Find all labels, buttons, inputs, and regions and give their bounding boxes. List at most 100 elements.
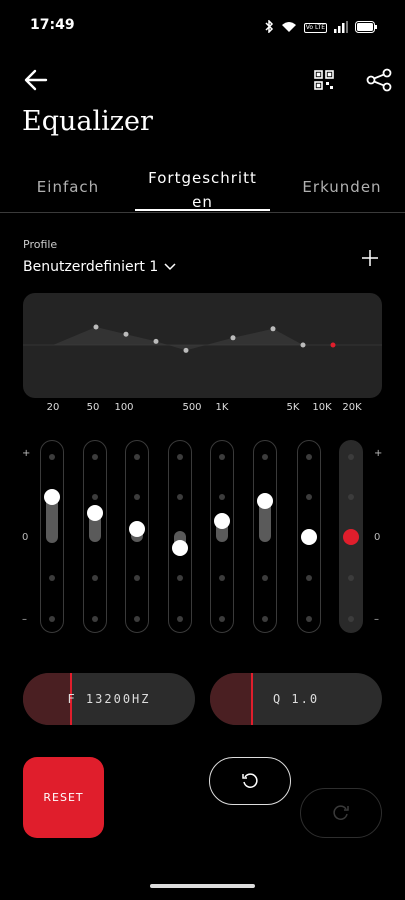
slider-tick (49, 616, 55, 622)
freq-label: 500 (182, 402, 202, 413)
slider-tick (49, 575, 55, 581)
slider-knob[interactable] (301, 528, 317, 545)
reset-button[interactable]: RESET (23, 757, 104, 838)
undo-icon (242, 773, 258, 788)
slider-tick (92, 494, 98, 500)
slider-knob[interactable] (87, 504, 103, 521)
band-sliders: + 0 – + 0 – (0, 440, 405, 635)
curve-point (183, 347, 189, 353)
slider-tick (348, 454, 354, 460)
bluetooth-icon (264, 18, 274, 37)
slider-tick (177, 494, 183, 500)
slider-tick (306, 494, 312, 500)
curve-point (330, 342, 336, 348)
scale-minus-right: – (374, 614, 379, 625)
slider-tick (306, 575, 312, 581)
page-title: Equalizer (22, 106, 153, 137)
slider-tick (134, 494, 140, 500)
slider-knob[interactable] (214, 512, 230, 529)
slider-tick (49, 454, 55, 460)
slider-knob[interactable] (129, 520, 145, 537)
curve-point (270, 326, 276, 332)
frequency-labels: 20 50 100 500 1K 5K 10K 20K (23, 402, 382, 416)
band-slider[interactable] (40, 440, 64, 633)
wifi-icon (281, 18, 297, 37)
freq-label: 1K (215, 402, 229, 413)
chevron-down-icon (164, 259, 176, 275)
scale-zero-left: 0 (22, 532, 29, 543)
slider-tick (262, 616, 268, 622)
tab-erkunden[interactable]: Erkunden (292, 178, 392, 196)
battery-icon (355, 18, 377, 37)
freq-label: 100 (114, 402, 134, 413)
slider-knob[interactable] (343, 528, 359, 545)
tab-einfach[interactable]: Einfach (22, 178, 114, 196)
profile-label: Profile (23, 238, 58, 251)
redo-icon (333, 805, 349, 820)
band-slider[interactable] (297, 440, 321, 633)
curve-point (153, 338, 159, 344)
scale-minus-left: – (22, 614, 27, 625)
freq-label: 50 (86, 402, 100, 413)
q-value: Q 1.0 (272, 692, 320, 706)
slider-tick (348, 494, 354, 500)
redo-button[interactable] (300, 788, 382, 838)
eq-curve-preview (23, 293, 382, 398)
slider-tick (134, 616, 140, 622)
slider-tick (262, 575, 268, 581)
profile-dropdown[interactable]: Benutzerdefiniert 1 (23, 259, 176, 275)
curve-point (230, 335, 236, 341)
curve-point (93, 324, 99, 330)
qr-code-icon[interactable] (312, 68, 336, 92)
slider-tick (177, 616, 183, 622)
band-slider[interactable] (210, 440, 234, 633)
slider-knob[interactable] (257, 492, 273, 509)
freq-label: 20 (46, 402, 60, 413)
active-tab-indicator (135, 209, 270, 211)
tab-fortgeschritten[interactable]: Fortgeschritt en (135, 166, 270, 214)
slider-tick (348, 575, 354, 581)
slider-tick (306, 616, 312, 622)
status-time: 17:49 (30, 17, 75, 33)
slider-tick (262, 454, 268, 460)
status-icons: Vo LTE (264, 18, 377, 37)
q-control[interactable]: Q 1.0 (210, 673, 382, 725)
scale-plus-left: + (22, 448, 31, 459)
band-slider[interactable] (168, 440, 192, 633)
slider-tick (92, 454, 98, 460)
scale-plus-right: + (374, 448, 383, 459)
slider-tick (219, 616, 225, 622)
slider-tick (92, 575, 98, 581)
slider-tick (219, 575, 225, 581)
tab-bar: Einfach Fortgeschritt en Erkunden (0, 160, 405, 213)
band-slider[interactable] (83, 440, 107, 633)
curve-area (53, 327, 333, 351)
slider-tick (219, 494, 225, 500)
freq-label: 10K (312, 402, 332, 413)
slider-knob[interactable] (44, 488, 60, 505)
slider-tick (134, 454, 140, 460)
slider-tick (177, 575, 183, 581)
freq-label: 5K (286, 402, 300, 413)
curve-point (123, 331, 129, 337)
band-slider[interactable] (253, 440, 277, 633)
plus-icon[interactable] (360, 248, 380, 268)
freq-label: 20K (342, 402, 362, 413)
slider-tick (306, 454, 312, 460)
frequency-control[interactable]: F 13200HZ (23, 673, 195, 725)
slider-tick (134, 575, 140, 581)
slider-knob[interactable] (172, 540, 188, 557)
curve-point (300, 342, 306, 348)
share-icon[interactable] (366, 68, 392, 92)
slider-tick (219, 454, 225, 460)
signal-icon (334, 18, 348, 37)
back-arrow-icon[interactable] (22, 66, 50, 94)
slider-tick (348, 616, 354, 622)
slider-tick (177, 454, 183, 460)
frequency-value: F 13200HZ (67, 692, 151, 706)
volte-icon: Vo LTE (303, 22, 327, 33)
scale-zero-right: 0 (374, 532, 381, 543)
band-slider[interactable] (125, 440, 149, 633)
undo-button[interactable] (209, 757, 291, 805)
band-slider[interactable] (339, 440, 363, 633)
